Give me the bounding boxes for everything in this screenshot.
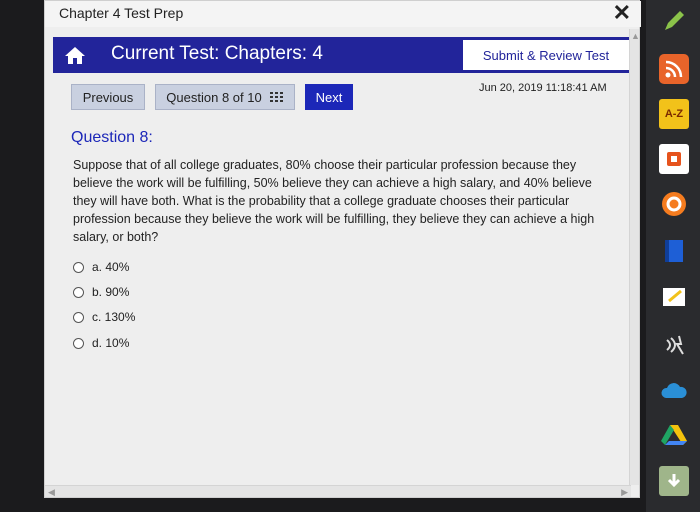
- rss-icon[interactable]: [659, 54, 689, 84]
- voice-icon[interactable]: [659, 330, 689, 360]
- next-button[interactable]: Next: [305, 84, 353, 110]
- option-label: b. 90%: [92, 285, 130, 299]
- timestamp: Jun 20, 2019 11:18:41 AM: [479, 82, 607, 94]
- pocket-icon[interactable]: [659, 189, 689, 219]
- office-icon[interactable]: [659, 144, 689, 174]
- scroll-up-icon[interactable]: ▲: [631, 31, 640, 41]
- previous-button[interactable]: Previous: [71, 84, 145, 110]
- answer-option-a[interactable]: a. 40%: [73, 258, 129, 276]
- pencil-icon[interactable]: [659, 6, 689, 36]
- radio-button[interactable]: [73, 311, 84, 323]
- scroll-left-icon[interactable]: ◀: [48, 487, 55, 497]
- option-label: c. 130%: [92, 310, 136, 324]
- question-text: Suppose that of all college graduates, 8…: [73, 158, 595, 244]
- dictionary-label: A-Z: [664, 108, 684, 120]
- window-title: Chapter 4 Test Prep: [59, 5, 184, 21]
- scroll-right-icon[interactable]: ▶: [621, 487, 628, 497]
- vertical-scrollbar[interactable]: ▲: [629, 29, 640, 485]
- book-icon[interactable]: [659, 236, 689, 266]
- question-selector-button[interactable]: Question 8 of 10: [155, 84, 295, 110]
- horizontal-scrollbar[interactable]: ◀ ▶: [45, 485, 631, 497]
- dictionary-icon[interactable]: A-Z: [659, 99, 689, 129]
- radio-button[interactable]: [73, 337, 84, 349]
- note-icon[interactable]: [659, 282, 689, 312]
- close-icon[interactable]: ✕: [613, 2, 631, 24]
- home-icon[interactable]: [53, 37, 97, 73]
- test-title: Current Test: Chapters: 4: [111, 43, 323, 64]
- submit-review-button[interactable]: Submit & Review Test: [461, 38, 631, 72]
- title-bar: Chapter 4 Test Prep ✕: [45, 1, 641, 27]
- download-icon[interactable]: [659, 466, 689, 496]
- radio-button[interactable]: [73, 261, 84, 273]
- answer-option-d[interactable]: d. 10%: [73, 334, 129, 352]
- option-label: d. 10%: [92, 336, 130, 350]
- answer-option-b[interactable]: b. 90%: [73, 283, 129, 301]
- question-heading: Question 8:: [71, 129, 153, 146]
- cloud-icon[interactable]: [659, 376, 689, 406]
- drive-icon[interactable]: [659, 420, 689, 450]
- grid-icon: [269, 90, 284, 105]
- app-dock: A-Z: [646, 0, 700, 512]
- test-window: Chapter 4 Test Prep ✕ Current Test: Chap…: [44, 0, 641, 498]
- test-header: Current Test: Chapters: 4 Submit & Revie…: [53, 37, 631, 73]
- radio-button[interactable]: [73, 286, 84, 298]
- question-counter: Question 8 of 10: [166, 89, 262, 105]
- option-label: a. 40%: [92, 260, 130, 274]
- answer-option-c[interactable]: c. 130%: [73, 308, 135, 326]
